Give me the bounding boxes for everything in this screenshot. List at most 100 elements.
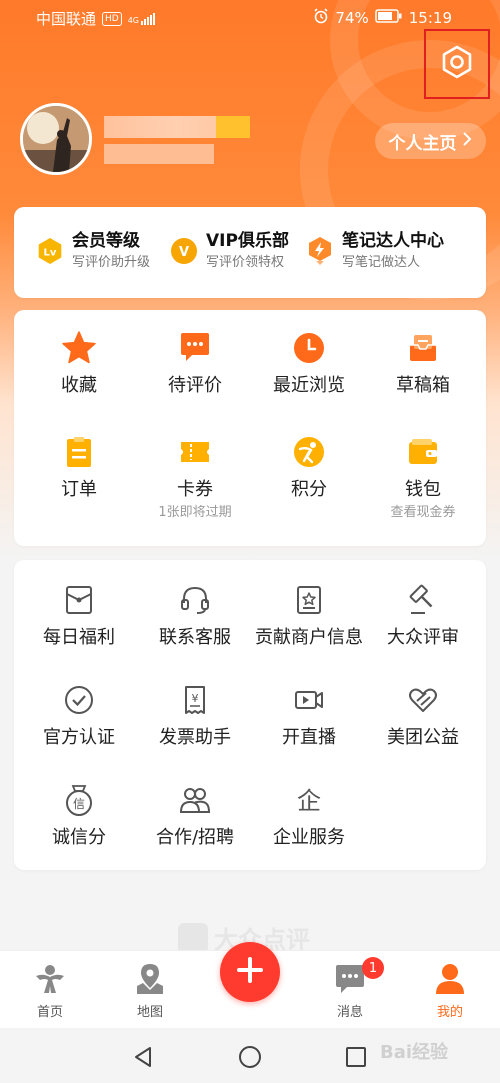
chevron-right-icon — [461, 131, 473, 151]
svg-text:V: V — [179, 245, 189, 260]
star-icon — [20, 330, 138, 366]
invoice-icon: ¥ — [136, 682, 254, 718]
svg-text:¥: ¥ — [192, 692, 199, 705]
points-icon — [250, 434, 368, 470]
meituan-charity-button[interactable]: 美团公益 — [364, 682, 482, 750]
carrier-label: 中国联通 — [36, 10, 97, 28]
wallet-button[interactable]: 钱包 查看现金券 — [364, 434, 482, 522]
user-info-blurred — [104, 144, 214, 164]
home-icon — [10, 961, 90, 997]
membership-card: Lv 会员等级 写评价助升级 V VIP俱乐部 写评价领特权 笔记达人中心 写笔… — [14, 207, 486, 298]
membership-level-subtitle: 写评价助升级 — [72, 255, 151, 270]
messages-badge: 1 — [362, 957, 384, 979]
cooperation-recruit-button[interactable]: 合作/招聘 — [136, 782, 254, 850]
quick-actions-card: 收藏 待评价 最近浏览 草稿箱 订单 卡券 1张即将过期 积分 钱包 查看现金券 — [14, 310, 486, 546]
plus-icon — [236, 956, 264, 988]
daily-benefits-label: 每日福利 — [43, 627, 115, 648]
username-blurred-badge — [216, 116, 250, 138]
alarm-icon — [313, 8, 329, 28]
battery-percent: 74% — [335, 9, 369, 27]
check-circle-icon — [20, 682, 138, 718]
coupons-label: 卡券 — [177, 479, 213, 500]
enterprise-service-label: 企业服务 — [273, 827, 345, 848]
home-circle-icon[interactable] — [235, 1042, 265, 1072]
clock-time: 15:19 — [408, 9, 452, 27]
tab-messages-label: 消息 — [336, 1005, 363, 1020]
gift-envelope-icon — [20, 582, 138, 618]
gear-icon — [439, 44, 475, 84]
clock-icon — [250, 330, 368, 366]
official-verification-label: 官方认证 — [43, 727, 115, 748]
daily-benefits-button[interactable]: 每日福利 — [20, 582, 138, 650]
recents-square-icon[interactable] — [341, 1042, 371, 1072]
recent-views-button[interactable]: 最近浏览 — [250, 330, 368, 398]
invoice-assistant-label: 发票助手 — [159, 727, 231, 748]
back-icon[interactable] — [128, 1042, 158, 1072]
credit-score-button[interactable]: 信 诚信分 — [20, 782, 138, 850]
orders-button[interactable]: 订单 — [20, 434, 138, 502]
vip-club-item[interactable]: V VIP俱乐部 写评价领特权 — [170, 229, 289, 273]
coupons-button[interactable]: 卡券 1张即将过期 — [136, 434, 254, 522]
enterprise-service-button[interactable]: 企 企业服务 — [250, 782, 368, 850]
battery-icon — [375, 9, 403, 27]
vip-badge-icon: V — [170, 237, 198, 265]
go-live-button[interactable]: 开直播 — [250, 682, 368, 750]
baidu-watermark: Bai经验 — [380, 1042, 449, 1063]
gavel-icon — [364, 582, 482, 618]
signal-icon: 4G — [128, 12, 156, 25]
public-review-button[interactable]: 大众评审 — [364, 582, 482, 650]
add-post-button[interactable] — [220, 942, 280, 1002]
tab-me-label: 我的 — [436, 1005, 463, 1020]
drafts-label: 草稿箱 — [396, 375, 450, 396]
lightning-badge-icon — [306, 237, 334, 265]
live-camera-icon — [250, 682, 368, 718]
profile-button-label: 个人主页 — [388, 133, 457, 154]
me-icon — [410, 961, 490, 997]
cooperation-icon — [136, 782, 254, 818]
favorites-button[interactable]: 收藏 — [20, 330, 138, 398]
orders-label: 订单 — [61, 479, 97, 500]
credit-score-label: 诚信分 — [52, 827, 106, 848]
pending-review-label: 待评价 — [168, 375, 222, 396]
wallet-icon — [364, 434, 482, 470]
level-badge-icon: Lv — [36, 237, 64, 265]
credit-badge-icon: 信 — [20, 782, 138, 818]
charity-heart-icon — [364, 682, 482, 718]
coupon-icon — [136, 434, 254, 470]
tab-me[interactable]: 我的 — [410, 961, 490, 1020]
membership-level-item[interactable]: Lv 会员等级 写评价助升级 — [36, 229, 150, 273]
drafts-icon — [364, 330, 482, 366]
membership-level-title: 会员等级 — [72, 231, 140, 251]
notes-expert-title: 笔记达人中心 — [342, 231, 444, 251]
invoice-assistant-button[interactable]: ¥ 发票助手 — [136, 682, 254, 750]
customer-service-button[interactable]: 联系客服 — [136, 582, 254, 650]
drafts-button[interactable]: 草稿箱 — [364, 330, 482, 398]
points-label: 积分 — [291, 479, 327, 500]
merchant-info-button[interactable]: 贡献商户信息 — [250, 582, 368, 650]
hd-badge: HD — [102, 11, 122, 26]
brand-logo-icon — [178, 922, 208, 953]
comment-icon — [136, 330, 254, 366]
merchant-info-label: 贡献商户信息 — [255, 627, 363, 648]
recent-views-label: 最近浏览 — [273, 375, 345, 396]
pending-review-button[interactable]: 待评价 — [136, 330, 254, 398]
enterprise-icon: 企 — [250, 782, 368, 818]
notes-expert-item[interactable]: 笔记达人中心 写笔记做达人 — [306, 229, 444, 273]
tab-map[interactable]: 地图 — [110, 961, 190, 1020]
tab-home-label: 首页 — [36, 1005, 63, 1020]
svg-text:企: 企 — [297, 787, 321, 815]
favorites-label: 收藏 — [61, 375, 97, 396]
customer-service-label: 联系客服 — [159, 627, 231, 648]
wallet-label: 钱包 — [405, 479, 441, 500]
avatar[interactable] — [20, 103, 92, 175]
settings-button[interactable] — [424, 29, 490, 99]
merchant-info-icon — [250, 582, 368, 618]
points-button[interactable]: 积分 — [250, 434, 368, 502]
wallet-subtitle: 查看现金券 — [390, 505, 456, 520]
cooperation-recruit-label: 合作/招聘 — [155, 827, 235, 848]
official-verification-button[interactable]: 官方认证 — [20, 682, 138, 750]
profile-page-button[interactable]: 个人主页 — [375, 123, 486, 159]
tab-home[interactable]: 首页 — [10, 961, 90, 1020]
notes-expert-subtitle: 写笔记做达人 — [342, 255, 421, 270]
svg-text:信: 信 — [73, 797, 85, 811]
